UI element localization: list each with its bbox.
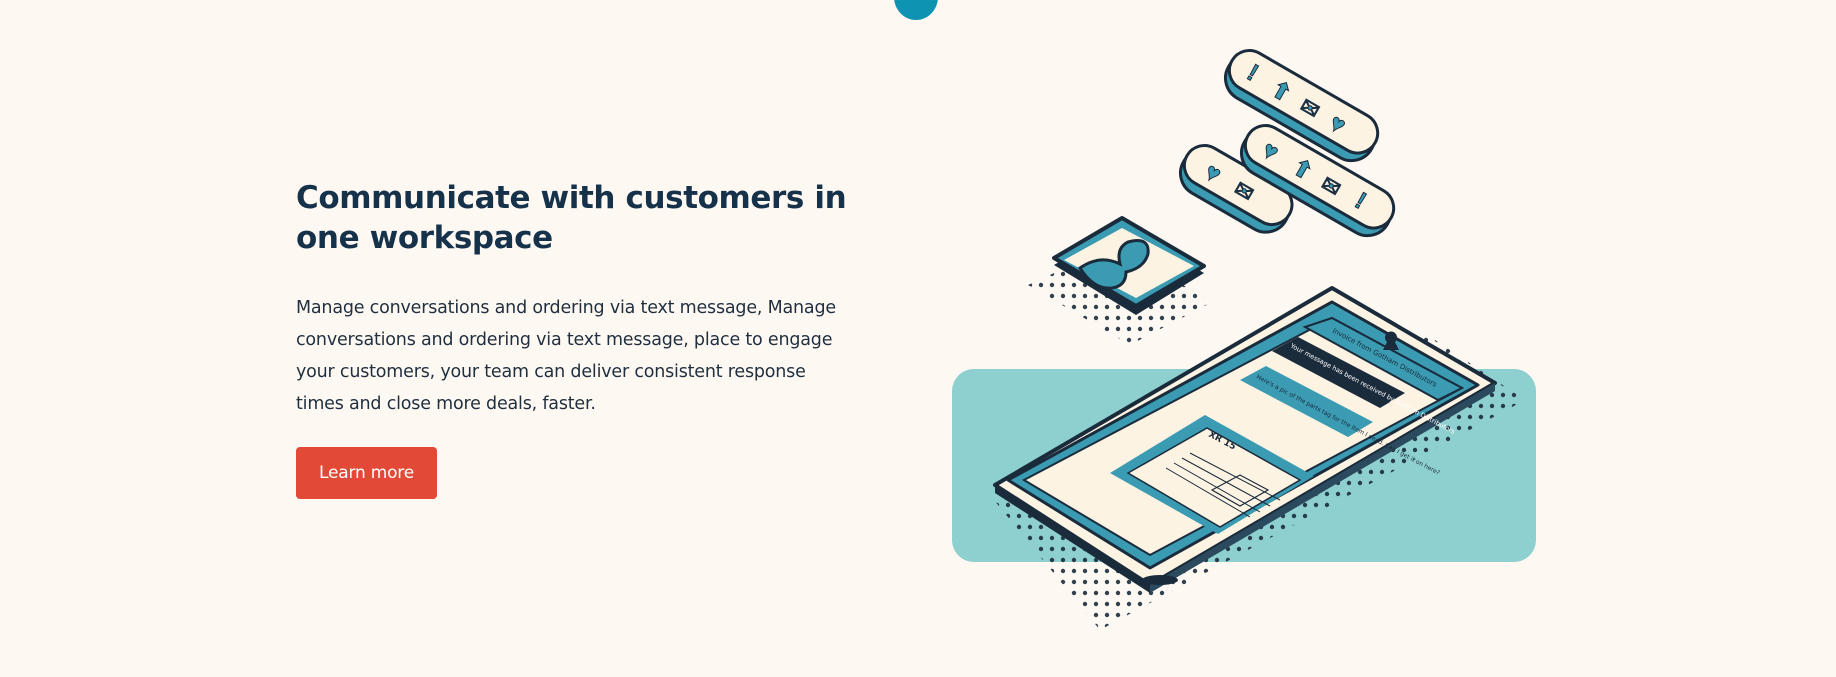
section-description: Manage conversations and ordering via te… [296,298,836,414]
home-button [1142,575,1178,585]
learn-more-button[interactable]: Learn more [296,447,437,499]
scroll-indicator-dot[interactable] [894,0,938,20]
messaging-illustration: Invoice from Gotham Distributors Your me… [952,49,1536,630]
section-title: Communicate with customers in one worksp… [296,180,847,256]
feature-text: Communicate with customers in one worksp… [296,178,856,420]
